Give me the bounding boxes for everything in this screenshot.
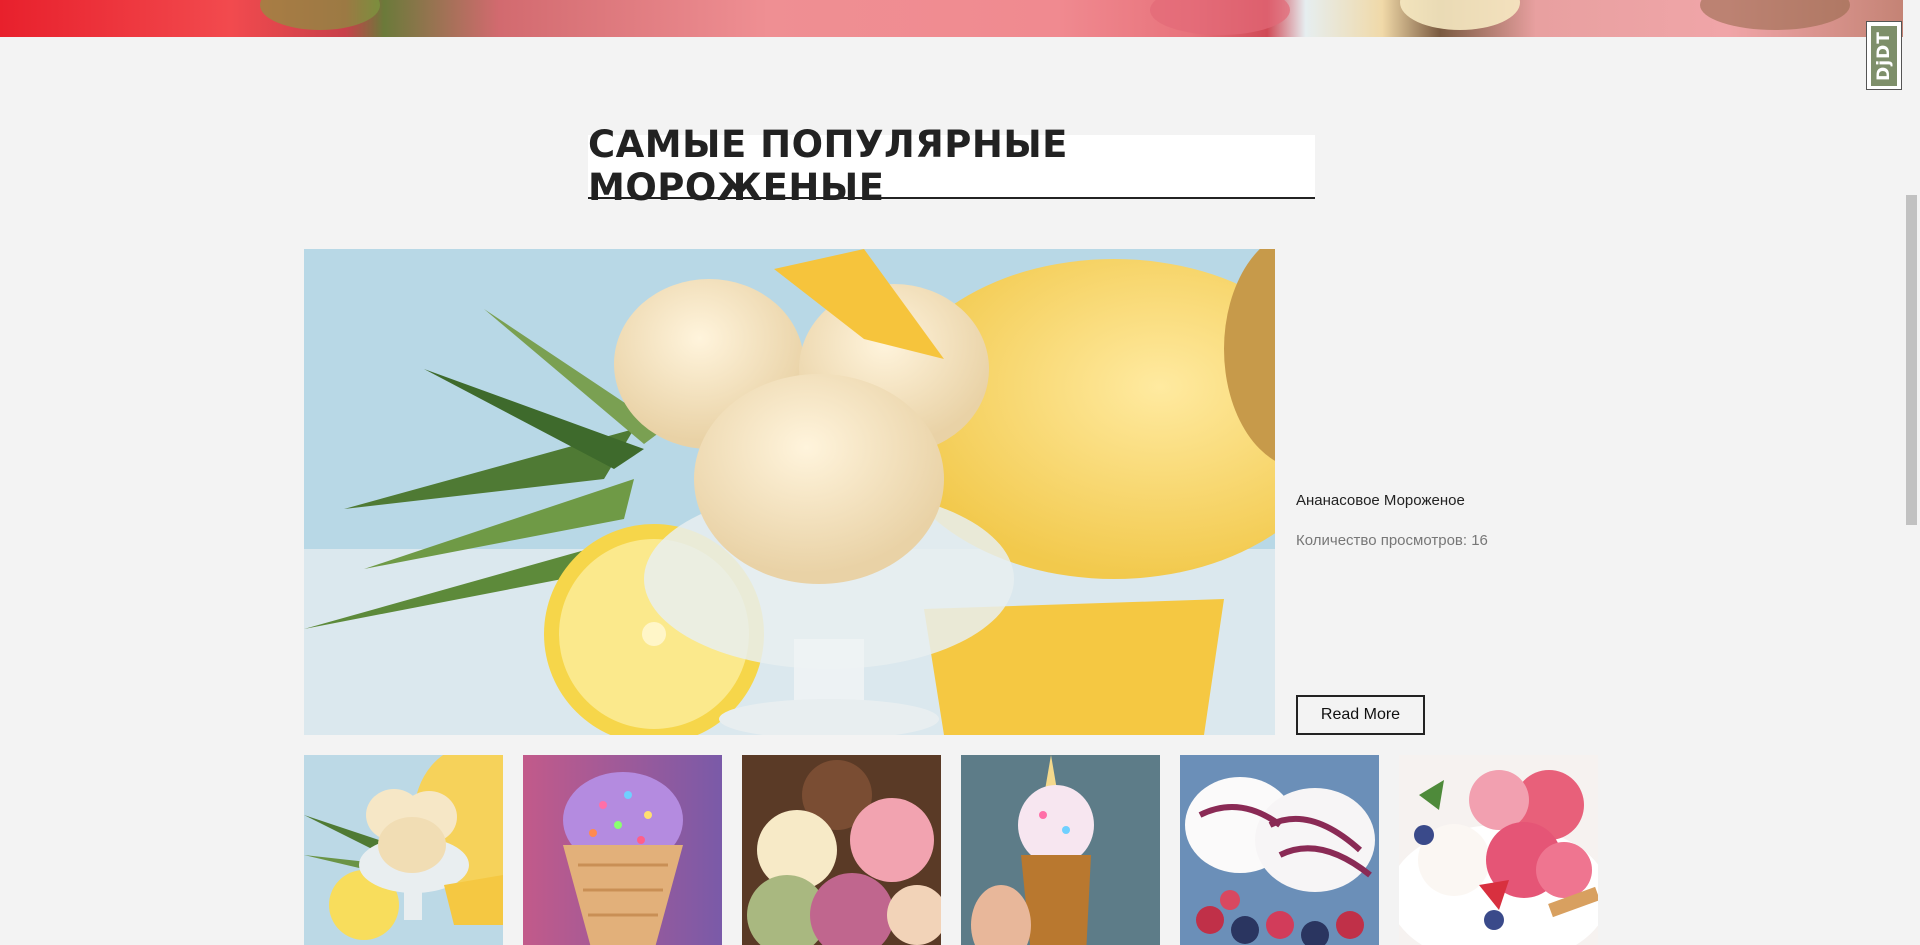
thumbnail-assorted-scoops[interactable] (742, 755, 941, 945)
thumbnail-pineapple-ice-cream[interactable] (304, 755, 503, 945)
views-count: 16 (1471, 532, 1488, 549)
thumbnail-strawberry-ice-cream-plate[interactable] (1399, 755, 1598, 945)
thumbnail-berry-ice-cream[interactable] (1180, 755, 1379, 945)
views-counter: Количество просмотров: 16 (1296, 532, 1488, 549)
scrollbar-thumb[interactable] (1906, 195, 1917, 525)
section-title: САМЫЕ ПОПУЛЯРНЫЕ МОРОЖЕНЫЕ (588, 123, 1068, 209)
scrollbar[interactable] (1903, 0, 1920, 945)
page: САМЫЕ ПОПУЛЯРНЫЕ МОРОЖЕНЫЕ Ананасовое Мо… (0, 0, 1920, 945)
featured-title: Ананасовое Мороженое (1296, 492, 1465, 509)
thumbnail-sprinkles-cone[interactable] (523, 755, 722, 945)
thumbnail-unicorn-taiyaki-cone[interactable] (961, 755, 1160, 945)
djdt-logo-icon: DjDT (1871, 25, 1897, 86)
debug-toolbar-handle[interactable]: DjDT (1866, 21, 1902, 90)
views-label: Количество просмотров: (1296, 532, 1468, 549)
hero-banner-image (0, 0, 1920, 37)
section-title-box: САМЫЕ ПОПУЛЯРНЫЕ МОРОЖЕНЫЕ (588, 123, 1315, 209)
featured-image[interactable] (304, 249, 1275, 735)
read-more-button[interactable]: Read More (1296, 695, 1425, 735)
djdt-label: DjDT (1874, 30, 1894, 81)
